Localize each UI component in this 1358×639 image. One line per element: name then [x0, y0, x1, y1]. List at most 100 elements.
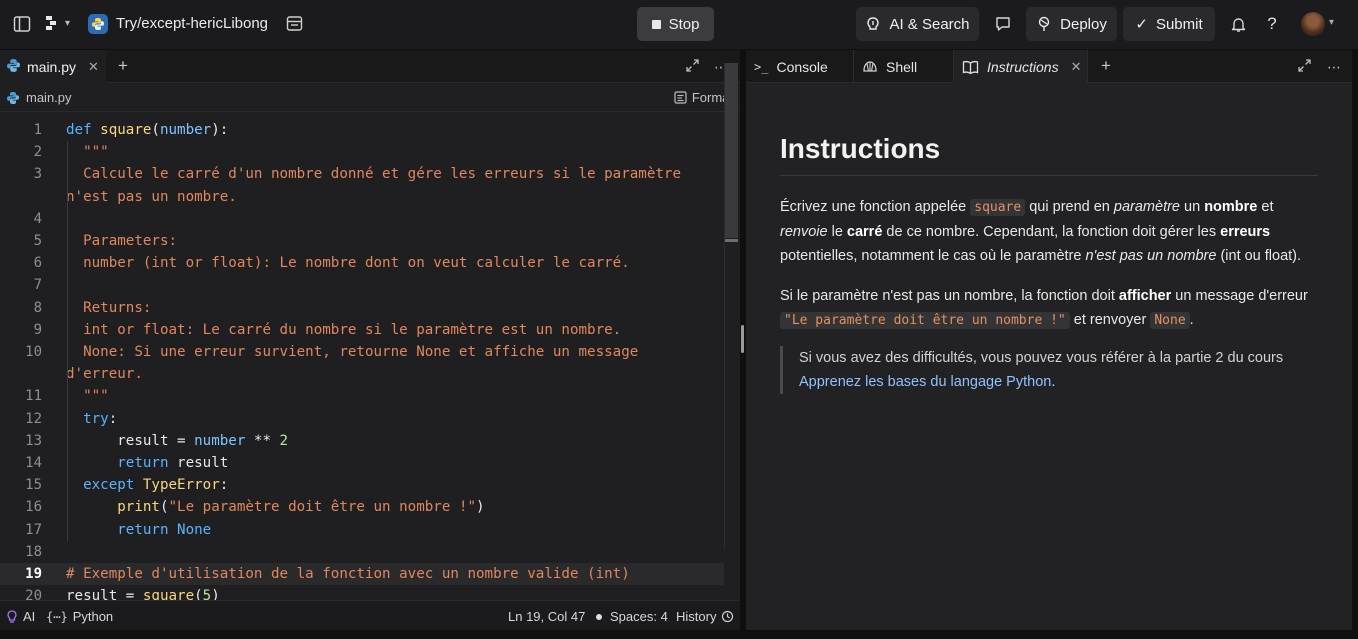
- stop-button[interactable]: Stop: [637, 7, 714, 41]
- code-line[interactable]: 19 # Exemple d'utilisation de la fonction…: [0, 563, 724, 585]
- chat-icon[interactable]: [991, 12, 1015, 36]
- history-button[interactable]: History: [676, 609, 734, 624]
- maximize-icon[interactable]: [1295, 58, 1313, 76]
- dot-icon: [596, 613, 602, 620]
- code-line[interactable]: 4: [0, 208, 724, 230]
- workspace-menu-icon[interactable]: ▾: [45, 15, 70, 31]
- code-line[interactable]: d'erreur.: [0, 363, 724, 385]
- instructions-content: Instructions Écrivez une fonction appelé…: [780, 133, 1318, 394]
- line-number: 1: [33, 122, 42, 138]
- code-text: def square(number):: [66, 122, 229, 138]
- tab-main-py[interactable]: main.py ✕: [0, 50, 106, 83]
- code-line[interactable]: 3 Calcule le carré d'un nombre donné et …: [0, 163, 724, 185]
- code-line[interactable]: 5 Parameters:: [0, 230, 724, 252]
- editor-scrollbar-thumb[interactable]: [725, 63, 738, 238]
- maximize-icon[interactable]: [683, 58, 701, 76]
- code-line[interactable]: 17 return None: [0, 519, 724, 541]
- close-tab-icon[interactable]: ✕: [1071, 59, 1082, 75]
- instructions-title: Instructions: [780, 133, 1318, 176]
- code-text: """: [66, 144, 109, 161]
- bell-icon[interactable]: [1226, 12, 1250, 36]
- code-text: # Exemple d'utilisation de la fonction a…: [66, 566, 630, 582]
- code-text: """: [66, 388, 109, 405]
- code-text: return result: [117, 455, 229, 471]
- tab-instructions[interactable]: Instructions ✕: [954, 50, 1088, 83]
- avatar[interactable]: [1301, 12, 1325, 36]
- code-line[interactable]: 11 """: [0, 385, 724, 407]
- editor-tab-bar: main.py ✕ + ⋯: [0, 50, 740, 83]
- repl-name[interactable]: Try/except-hericLibong: [116, 15, 268, 32]
- sidebar-toggle-icon[interactable]: [11, 13, 33, 35]
- breadcrumb-file: main.py: [26, 90, 72, 105]
- code-text: return None: [117, 521, 212, 538]
- code-text: except TypeError:: [83, 477, 229, 494]
- python-file-icon: [7, 91, 19, 104]
- check-icon: ✓: [1135, 16, 1148, 33]
- line-number: 8: [33, 299, 42, 316]
- instructions-paragraph-2: Si le paramètre n'est pas un nombre, la …: [780, 288, 1308, 329]
- status-bar: AI {⋯} Python Ln 19, Col 47 Spaces: 4 Hi…: [0, 600, 740, 630]
- python-file-icon: [6, 58, 21, 76]
- history-label: History: [676, 609, 717, 624]
- ai-search-button[interactable]: AI & Search: [856, 7, 979, 41]
- inline-code: square: [970, 199, 1026, 216]
- language-status[interactable]: {⋯} Python: [46, 609, 113, 624]
- top-bar: ▾ Try/except-hericLibong Stop AI & Searc…: [0, 0, 1358, 49]
- code-line[interactable]: 13 result = number ** 2: [0, 430, 724, 452]
- book-icon: [962, 60, 979, 74]
- code-line[interactable]: 2 """: [0, 141, 724, 163]
- line-number: 12: [25, 410, 42, 427]
- inline-code: "Le paramètre doit être un nombre !": [780, 312, 1070, 329]
- instructions-paragraph-1: Écrivez une fonction appelée square qui …: [780, 199, 1302, 264]
- code-text: Calcule le carré d'un nombre donné et gé…: [66, 166, 681, 183]
- code-line[interactable]: 8 Returns:: [0, 297, 724, 319]
- breadcrumb[interactable]: main.py: [6, 90, 72, 105]
- code-text: None: Si une erreur survient, retourne N…: [66, 344, 639, 360]
- line-number: 17: [25, 521, 42, 538]
- file-history-icon[interactable]: [286, 15, 303, 37]
- help-icon[interactable]: ?: [1260, 12, 1284, 36]
- line-number: 14: [25, 455, 42, 471]
- code-text: try:: [83, 410, 118, 427]
- ai-status[interactable]: AI: [6, 609, 35, 624]
- code-line[interactable]: 9 int or float: Le carré du nombre si le…: [0, 319, 724, 341]
- code-text: number (int or float): Le nombre dont on…: [66, 255, 630, 272]
- code-line[interactable]: 6 number (int or float): Le nombre dont …: [0, 252, 724, 274]
- code-line[interactable]: 14 return result: [0, 452, 724, 474]
- close-tab-icon[interactable]: ✕: [88, 59, 99, 75]
- tools-tab-bar: >_ Console Shell Instructions ✕ + ⋯: [746, 50, 1352, 83]
- code-line[interactable]: n'est pas un nombre.: [0, 186, 724, 208]
- line-number: 2: [33, 144, 42, 161]
- new-tab-icon[interactable]: +: [1097, 57, 1115, 75]
- code-text: n'est pas un nombre.: [66, 188, 237, 205]
- deploy-button[interactable]: Deploy: [1026, 7, 1117, 41]
- code-line[interactable]: 7: [0, 274, 724, 296]
- submit-button[interactable]: ✓ Submit: [1123, 7, 1215, 41]
- scrollbar-cursor-marker: [725, 239, 738, 242]
- history-icon: [722, 610, 734, 623]
- deploy-icon: [1038, 16, 1050, 31]
- code-line[interactable]: 16 print("Le paramètre doit être un nomb…: [0, 496, 724, 518]
- new-tab-icon[interactable]: +: [114, 57, 132, 75]
- more-options-icon[interactable]: ⋯: [1325, 58, 1343, 76]
- code-line[interactable]: 18: [0, 541, 724, 563]
- code-line[interactable]: 1 def square(number):: [0, 119, 724, 141]
- account-chevron-icon[interactable]: ▾: [1329, 17, 1334, 28]
- tab-shell[interactable]: Shell: [854, 50, 954, 83]
- cursor-position[interactable]: Ln 19, Col 47: [508, 609, 585, 624]
- code-line[interactable]: 15 except TypeError:: [0, 474, 724, 496]
- code-line[interactable]: 10 None: Si une erreur survient, retourn…: [0, 341, 724, 363]
- code-line[interactable]: 12 try:: [0, 408, 724, 430]
- resize-handle[interactable]: [741, 325, 744, 353]
- tab-console[interactable]: >_ Console: [746, 50, 854, 83]
- code-editor[interactable]: 1 def square(number): 2 """ 3 Calcule le ca…: [0, 113, 724, 600]
- course-link[interactable]: Apprenez les bases du langage Python: [799, 374, 1051, 390]
- code-text: d'erreur.: [66, 366, 143, 383]
- indent-status[interactable]: Spaces: 4: [596, 609, 668, 624]
- code-text: int or float: Le carré du nombre si le p…: [66, 321, 622, 338]
- python-logo-icon: [88, 14, 108, 34]
- hint-text: Si vous avez des difficultés, vous pouve…: [799, 350, 1284, 366]
- tools-pane: >_ Console Shell Instructions ✕ + ⋯ Inst…: [746, 50, 1352, 630]
- code-line[interactable]: 20 result = square(5): [0, 585, 724, 600]
- line-number: 7: [33, 277, 42, 294]
